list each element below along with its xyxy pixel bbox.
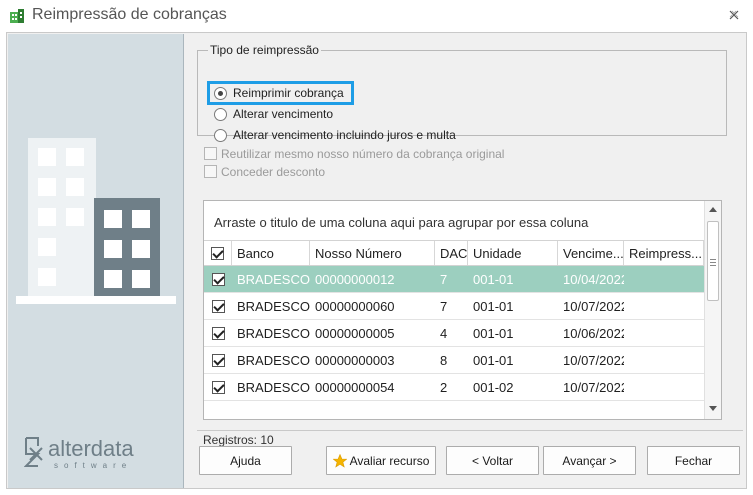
cell-nosso-numero: 00000000060 <box>315 298 395 314</box>
rate-feature-label: Avaliar recurso <box>349 453 430 468</box>
logo-subtitle: software <box>54 461 132 470</box>
cell-dac: 4 <box>440 325 448 341</box>
cell-unidade: 001-02 <box>473 379 514 395</box>
row-checkbox[interactable] <box>211 326 225 340</box>
close-button[interactable]: Fechar <box>647 446 740 475</box>
column-header-dac[interactable]: DAC <box>435 241 468 265</box>
scroll-grip-icon <box>710 259 716 266</box>
cell-dac: 2 <box>440 379 448 395</box>
cell-nosso-numero: 00000000012 <box>315 271 395 287</box>
radio-button[interactable] <box>214 86 227 100</box>
cell-nosso-numero: 00000000005 <box>315 325 395 341</box>
radio-button[interactable] <box>214 107 227 121</box>
cell-banco: BRADESCO <box>237 271 310 287</box>
building-app-icon <box>10 9 24 23</box>
cell-unidade: 001-01 <box>473 325 514 341</box>
grid-vertical-scrollbar[interactable] <box>704 201 721 419</box>
side-illustration-panel: alterdata software <box>8 34 184 488</box>
checkbox[interactable] <box>204 147 217 160</box>
column-header-reimpressao[interactable]: Reimpress... <box>624 241 704 265</box>
cell-vencimento: 10/07/2022 <box>563 298 624 314</box>
radio-label: Reimprimir cobrança <box>233 86 344 100</box>
radio-button[interactable] <box>214 128 227 142</box>
cell-dac: 7 <box>440 271 448 287</box>
cell-reimpressao <box>624 347 704 373</box>
radio-change-due-date[interactable]: Alterar vencimento <box>214 104 333 124</box>
cell-banco: BRADESCO <box>237 379 310 395</box>
row-checkbox[interactable] <box>211 272 225 286</box>
star-icon <box>332 453 347 468</box>
cell-banco: BRADESCO <box>237 325 310 341</box>
cell-reimpressao <box>624 266 704 292</box>
column-header-unidade[interactable]: Unidade <box>468 241 558 265</box>
buildings-illustration <box>16 138 176 304</box>
cell-banco: BRADESCO <box>237 298 310 314</box>
table-row[interactable]: BRADESCO 00000000012 7 001-01 10/04/2022 <box>204 266 704 293</box>
column-header-nosso-numero[interactable]: Nosso Número <box>310 241 435 265</box>
select-all-checkbox[interactable] <box>211 246 224 260</box>
cell-nosso-numero: 00000000003 <box>315 352 395 368</box>
cell-vencimento: 10/06/2022 <box>563 325 624 341</box>
table-row[interactable]: BRADESCO 00000000054 2 001-02 10/07/2022 <box>204 374 704 401</box>
cell-banco: BRADESCO <box>237 352 310 368</box>
radio-change-due-date-interest[interactable]: Alterar vencimento incluindo juros e mul… <box>214 125 456 145</box>
cell-vencimento: 10/04/2022 <box>563 271 624 287</box>
row-checkbox[interactable] <box>211 353 225 367</box>
table-row[interactable]: BRADESCO 00000000005 4 001-01 10/06/2022 <box>204 320 704 347</box>
logo-wordmark: alterdata <box>48 436 134 461</box>
cell-vencimento: 10/07/2022 <box>563 352 624 368</box>
checkbox-label: Conceder desconto <box>221 164 326 179</box>
charges-grid[interactable]: Arraste o titulo de uma coluna aqui para… <box>203 200 722 420</box>
radio-reprint[interactable]: Reimprimir cobrança <box>214 83 344 103</box>
cell-unidade: 001-01 <box>473 271 514 287</box>
cell-reimpressao <box>624 374 704 400</box>
table-row[interactable]: BRADESCO 00000000003 8 001-01 10/07/2022 <box>204 347 704 374</box>
dialog-body: alterdata software Tipo de reimpressão R… <box>6 32 747 489</box>
help-button[interactable]: Ajuda <box>199 446 292 475</box>
table-row[interactable]: BRADESCO 00000000060 7 001-01 10/07/2022 <box>204 293 704 320</box>
next-button[interactable]: Avançar > <box>543 446 636 475</box>
checkbox-label: Reutilizar mesmo nosso número da cobranç… <box>221 146 505 161</box>
cell-dac: 7 <box>440 298 448 314</box>
alterdata-logo: alterdata software <box>23 432 174 472</box>
cell-reimpressao <box>624 320 704 346</box>
button-bar: Ajuda Avaliar recurso < Voltar Avançar >… <box>197 430 743 486</box>
radio-label: Alterar vencimento incluindo juros e mul… <box>233 128 456 142</box>
discount-checkbox[interactable]: Conceder desconto <box>204 163 325 180</box>
column-header-vencimento[interactable]: Vencime... <box>558 241 624 265</box>
grid-header: Banco Nosso Número DAC Unidade Vencime..… <box>204 240 704 266</box>
group-by-hint: Arraste o titulo de uma coluna aqui para… <box>214 215 589 230</box>
reuse-number-checkbox[interactable]: Reutilizar mesmo nosso número da cobranç… <box>204 145 504 162</box>
cell-unidade: 001-01 <box>473 352 514 368</box>
checkbox[interactable] <box>204 165 217 178</box>
row-checkbox[interactable] <box>211 299 225 313</box>
rate-feature-button[interactable]: Avaliar recurso <box>326 446 436 475</box>
cell-unidade: 001-01 <box>473 298 514 314</box>
select-all-column[interactable] <box>204 241 232 265</box>
title-bar: Reimpressão de cobranças <box>0 0 753 32</box>
print-type-group: Tipo de reimpressão Reimprimir cobrança … <box>197 43 727 142</box>
scroll-up-arrow-icon[interactable] <box>709 207 717 212</box>
column-header-banco[interactable]: Banco <box>232 241 310 265</box>
row-checkbox[interactable] <box>211 380 225 394</box>
cell-dac: 8 <box>440 352 448 368</box>
window-title: Reimpressão de cobranças <box>32 6 227 23</box>
print-type-legend: Tipo de reimpressão <box>210 43 319 57</box>
close-icon[interactable] <box>727 8 741 22</box>
scroll-down-arrow-icon[interactable] <box>709 406 717 411</box>
radio-label: Alterar vencimento <box>233 107 334 121</box>
cell-nosso-numero: 00000000054 <box>315 379 395 395</box>
cell-vencimento: 10/07/2022 <box>563 379 624 395</box>
back-button[interactable]: < Voltar <box>446 446 539 475</box>
cell-reimpressao <box>624 293 704 319</box>
